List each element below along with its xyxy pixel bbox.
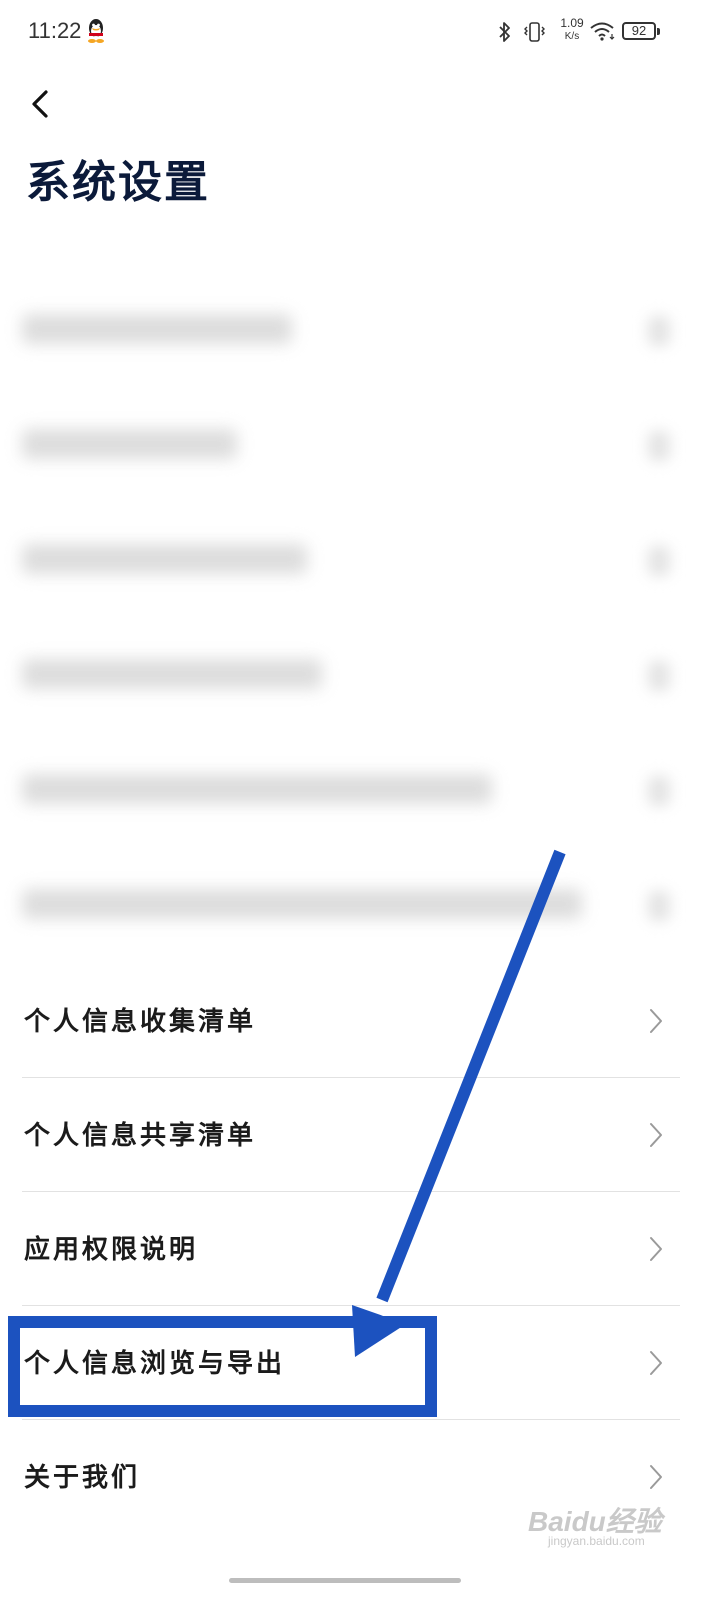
blurred-row[interactable] — [0, 500, 702, 615]
chevron-right-icon — [650, 1009, 662, 1033]
settings-item-sharing-list[interactable]: 个人信息共享清单 — [0, 1077, 702, 1191]
page-title: 系统设置 — [26, 157, 210, 208]
blurred-row[interactable] — [0, 385, 702, 500]
blurred-text — [22, 889, 582, 919]
network-speed-unit: K/s — [564, 31, 580, 42]
wifi-icon — [589, 20, 617, 46]
annotation-highlight-box — [8, 1316, 437, 1417]
vibrate-icon — [522, 20, 546, 48]
chevron-right-icon — [650, 1237, 662, 1261]
status-bar: 11:22 1.09 K/s 92 — [0, 0, 702, 64]
blurred-text — [22, 659, 322, 689]
baidu-watermark-url: jingyan.baidu.com — [548, 1534, 645, 1548]
settings-item-collection-list[interactable]: 个人信息收集清单 — [0, 963, 702, 1077]
chevron-right-icon — [650, 1465, 662, 1489]
blurred-row[interactable] — [0, 270, 702, 385]
blurred-row[interactable] — [0, 730, 702, 845]
settings-item-label: 个人信息收集清单 — [24, 1007, 257, 1037]
settings-item-label: 关于我们 — [24, 1463, 141, 1493]
blurred-settings-list — [0, 270, 702, 960]
blurred-chevron-icon — [648, 661, 670, 691]
network-speed-value: 1.09 — [560, 16, 584, 30]
status-time: 11:22 — [28, 18, 82, 43]
blurred-chevron-icon — [648, 316, 670, 346]
chevron-right-icon — [650, 1123, 662, 1147]
blurred-chevron-icon — [648, 431, 670, 461]
chevron-left-icon — [32, 90, 48, 118]
back-button[interactable] — [24, 86, 64, 126]
blurred-text — [22, 314, 292, 344]
blurred-row[interactable] — [0, 845, 702, 960]
blurred-text — [22, 544, 307, 574]
blurred-chevron-icon — [648, 546, 670, 576]
settings-item-label: 个人信息共享清单 — [24, 1121, 257, 1151]
network-speed: 1.09 K/s — [555, 17, 589, 43]
blurred-chevron-icon — [648, 891, 670, 921]
battery-icon: 92 — [622, 22, 660, 40]
chevron-right-icon — [650, 1351, 662, 1375]
home-indicator[interactable] — [229, 1578, 461, 1583]
qq-icon — [86, 18, 106, 48]
settings-list: 个人信息收集清单 个人信息共享清单 应用权限说明 个人信息浏览与导出 关于我们 — [0, 963, 702, 1533]
blurred-row[interactable] — [0, 615, 702, 730]
bluetooth-icon — [496, 20, 514, 48]
blurred-chevron-icon — [648, 776, 670, 806]
blurred-text — [22, 774, 492, 804]
blurred-text — [22, 429, 237, 459]
settings-item-label: 应用权限说明 — [24, 1235, 199, 1265]
settings-item-permissions[interactable]: 应用权限说明 — [0, 1191, 702, 1305]
